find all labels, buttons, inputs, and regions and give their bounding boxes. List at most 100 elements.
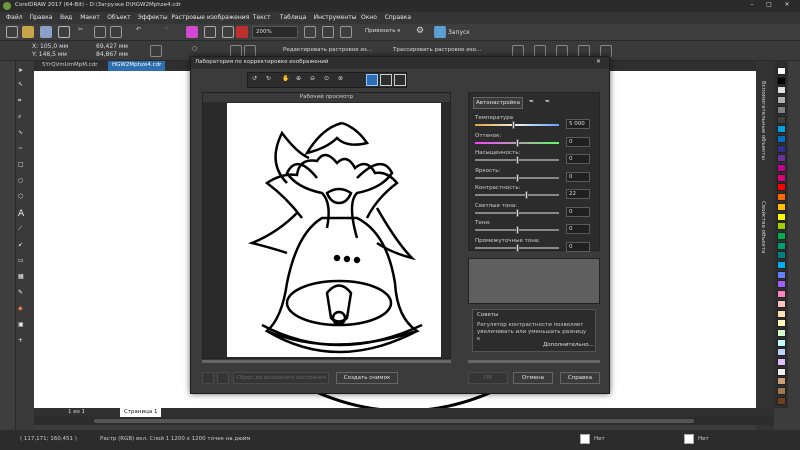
artistic-media-icon[interactable]: ~ [18,145,30,157]
menu-item-6[interactable]: Растровые изображения [171,14,249,21]
ok-button[interactable]: ОК [468,372,508,384]
slider-thumb[interactable] [516,208,519,217]
palette-swatch[interactable] [777,338,786,347]
menu-item-10[interactable]: Окно [361,14,377,21]
page-tab[interactable]: Страница 1 [120,408,162,417]
menu-item-8[interactable]: Таблица [280,14,307,21]
menu-item-4[interactable]: Объект [107,14,130,21]
param-value-input[interactable]: 0 [566,154,590,164]
palette-swatch[interactable] [777,280,786,289]
palette-swatch[interactable] [777,328,786,337]
cancel-button[interactable]: Отмена [513,372,553,384]
add-tool-icon[interactable]: + [18,337,30,349]
settings-gear-icon[interactable]: ⚙ [416,26,428,38]
fill-swatch-icon[interactable] [580,434,590,444]
palette-swatch[interactable] [777,115,786,124]
doc-tab-1[interactable]: 5YrQVmUmMpM.cdr [42,62,97,68]
param-slider[interactable] [475,156,559,164]
palette-swatch[interactable] [777,193,786,202]
palette-swatch[interactable] [777,396,786,405]
paste-icon[interactable] [110,26,122,38]
zoom-level-select[interactable]: 200% [252,26,298,38]
undo-icon[interactable]: ↶ [136,26,148,38]
palette-swatch[interactable] [777,212,786,221]
slider-thumb[interactable] [516,156,519,164]
interactive-fill-icon[interactable]: ◆ [18,305,30,317]
preview-area[interactable]: Рабочий просмотр [202,92,451,359]
palette-swatch[interactable] [777,144,786,153]
rotate-right-icon[interactable]: ↻ [266,75,271,82]
connector-tool-icon[interactable]: ↙ [18,241,30,253]
param-value-input[interactable]: 0 [566,241,590,252]
palette-swatch[interactable] [777,125,786,134]
undo-button[interactable] [202,372,214,384]
publish-pdf-icon[interactable] [236,26,248,38]
save-icon[interactable] [40,26,52,38]
palette-swatch[interactable] [777,231,786,240]
menu-item-7[interactable]: Текст [253,14,271,21]
param-value-input[interactable]: 0 [566,171,590,182]
palette-swatch[interactable] [777,348,786,357]
hand-tool-icon[interactable]: ✋ [282,75,289,82]
menu-item-1[interactable]: Правка [30,14,53,21]
palette-swatch[interactable] [777,261,786,269]
doc-tab-2[interactable]: HGW2Mphze4.cdr [108,61,166,71]
outline-swatch-icon[interactable] [684,434,694,444]
open-icon[interactable] [22,26,34,38]
slider-thumb[interactable] [516,226,519,234]
palette-swatch[interactable] [777,105,786,114]
shadow-tool-icon[interactable]: ▭ [18,257,30,269]
rotate-left-icon[interactable]: ↺ [252,75,257,82]
fit-zoom-icon[interactable]: ⊙ [324,75,329,82]
param-slider[interactable] [475,121,559,129]
eyedropper-black-icon[interactable]: ✒ [545,98,550,105]
export-icon[interactable] [222,26,234,38]
palette-swatch[interactable] [777,387,786,396]
zoom-in-icon[interactable]: ⊕ [296,75,301,82]
palette-swatch[interactable] [777,134,786,143]
palette-swatch[interactable] [777,67,786,75]
horizontal-scrollbar[interactable] [34,417,774,425]
tips-more-link[interactable]: Дополнительно... [543,342,594,348]
param-slider[interactable] [475,191,559,199]
palette-swatch[interactable] [777,164,786,172]
palette-swatch[interactable] [777,202,786,211]
ellipse-tool-icon[interactable]: ○ [18,177,30,189]
grid-icon[interactable] [340,26,352,38]
shape-tool-icon[interactable]: ↖ [18,81,30,93]
cut-icon[interactable]: ✂ [78,26,90,38]
palette-swatch[interactable] [777,358,786,366]
palette-swatch[interactable] [777,241,786,250]
single-view-icon[interactable] [366,74,378,86]
freehand-tool-icon[interactable]: ∿ [18,129,30,141]
eyedropper-tool-icon[interactable]: ✎ [18,289,30,301]
text-tool-icon[interactable]: A [18,209,30,221]
menu-item-0[interactable]: Файл [6,14,23,21]
preview-image[interactable] [227,103,441,357]
maximize-button[interactable]: □ [762,1,776,11]
zoom-tool-icon[interactable]: ⌕ [18,113,30,125]
palette-swatch[interactable] [777,222,786,231]
minimize-button[interactable]: – [745,1,759,11]
pick-tool-icon[interactable]: ➤ [18,67,30,79]
palette-swatch[interactable] [777,86,786,95]
create-snapshot-button[interactable]: Создать снимок [336,372,398,384]
slider-thumb[interactable] [516,138,519,147]
slider-thumb[interactable] [516,173,519,182]
reset-to-original-button[interactable]: Сброс до исходного состояния [233,372,329,384]
palette-swatch[interactable] [777,173,786,182]
param-value-input[interactable]: 5 000 [566,119,590,129]
copy-icon[interactable] [94,26,106,38]
auto-adjust-button[interactable]: Автонастройка [473,97,523,109]
rulers-icon[interactable] [322,26,334,38]
rectangle-tool-icon[interactable]: □ [18,161,30,173]
redo-icon[interactable]: ↷ [164,26,176,38]
slider-thumb[interactable] [516,243,519,252]
scroll-thumb[interactable] [94,419,694,423]
menu-item-5[interactable]: Эффекты [138,14,168,21]
zoom-out-icon[interactable]: ⊖ [310,75,315,82]
palette-swatch[interactable] [777,183,786,192]
palette-swatch[interactable] [777,309,786,318]
param-value-input[interactable]: 0 [566,136,590,147]
print-icon[interactable] [58,26,70,38]
